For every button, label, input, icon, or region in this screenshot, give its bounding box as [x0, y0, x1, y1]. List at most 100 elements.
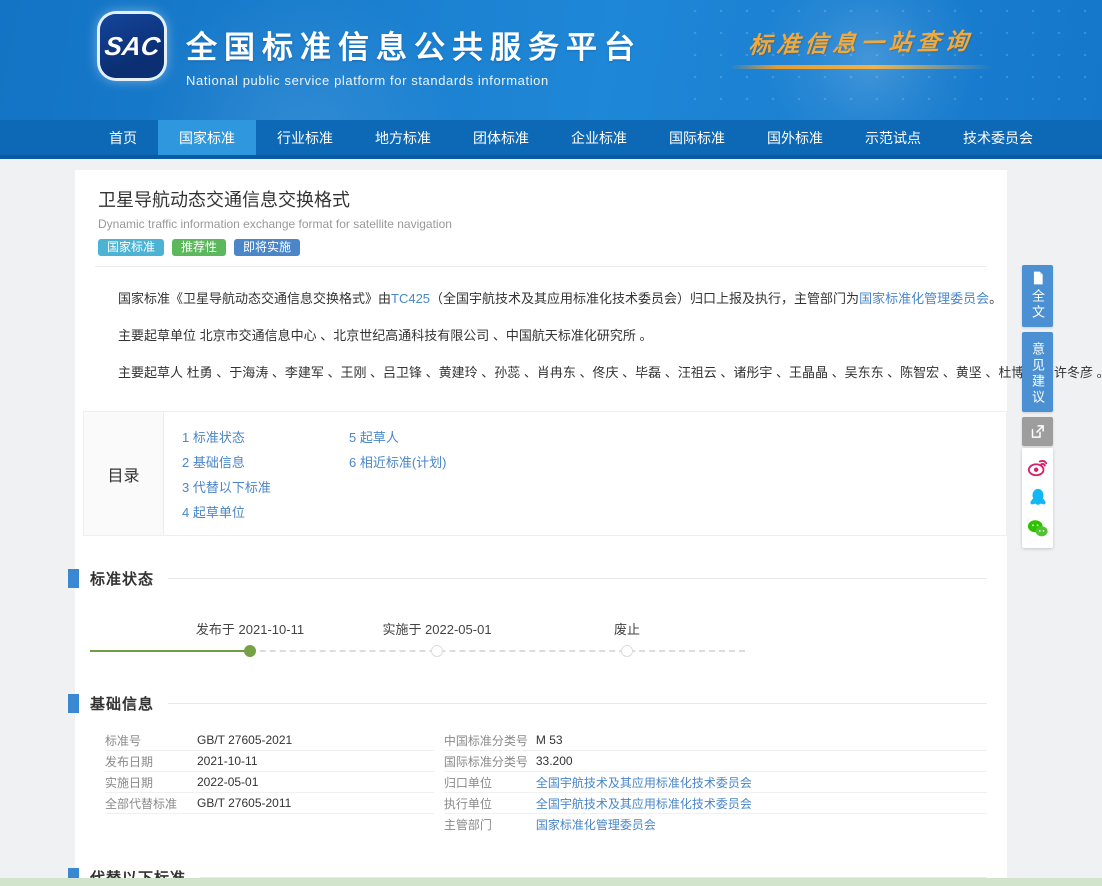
row-value: GB/T 27605-2011	[197, 796, 291, 810]
toc-label: 目录	[84, 412, 164, 535]
standard-title-en: Dynamic traffic information exchange for…	[95, 217, 987, 231]
executing-unit-link[interactable]: 全国宇航技术及其应用标准化技术委员会	[536, 795, 752, 812]
nav-item-group-standards[interactable]: 团体标准	[452, 120, 550, 155]
section-marker	[68, 694, 79, 713]
timeline-label-implemented: 实施于 2022-05-01	[347, 619, 527, 638]
row-value: GB/T 27605-2021	[197, 733, 292, 747]
row-label: 中国标准分类号	[444, 732, 536, 749]
table-row: 归口单位 全国宇航技术及其应用标准化技术委员会	[444, 772, 987, 793]
table-row: 发布日期 2021-10-11	[105, 751, 434, 772]
nav-item-international-standards[interactable]: 国际标准	[648, 120, 746, 155]
table-row: 主管部门 国家标准化管理委员会	[444, 814, 987, 835]
standard-detail-card: 卫星导航动态交通信息交换格式 Dynamic traffic informati…	[75, 170, 1007, 886]
slogan-underline	[730, 65, 992, 69]
badge-national-standard: 国家标准	[98, 239, 164, 256]
share-icon	[1030, 424, 1045, 439]
timeline-dot-abolished	[621, 645, 633, 657]
nav-item-industry-standards[interactable]: 行业标准	[256, 120, 354, 155]
intro-paragraphs: 国家标准《卫星导航动态交通信息交换格式》由TC425（全国宇航技术及其应用标准化…	[95, 288, 987, 381]
toc-item-replaces[interactable]: 3 代替以下标准	[182, 475, 349, 500]
social-share-panel	[1022, 448, 1053, 548]
weibo-icon[interactable]	[1027, 456, 1049, 478]
toc-column-1: 1 标准状态 2 基础信息 3 代替以下标准 4 起草单位	[182, 425, 349, 525]
section-status-title: 标准状态	[90, 568, 154, 589]
p1-text-mid: （全国宇航技术及其应用标准化技术委员会）归口上报及执行，主管部门为	[430, 291, 859, 306]
intro-paragraph-drafters: 主要起草人 杜勇 、于海涛 、李建军 、王刚 、吕卫锋 、黄建玲 、孙蕊 、肖冉…	[95, 362, 987, 381]
nav-item-technical-committees[interactable]: 技术委员会	[942, 120, 1054, 155]
page: SAC 全国标准信息公共服务平台 National public service…	[0, 0, 1102, 886]
qq-icon[interactable]	[1027, 487, 1049, 509]
toc-column-2: 5 起草人 6 相近标准(计划)	[349, 425, 447, 525]
toc-item-drafters[interactable]: 5 起草人	[349, 425, 447, 450]
slogan-text: 标准信息一站查询	[728, 22, 993, 61]
logo-text: SAC	[102, 31, 161, 62]
floating-sidebar: 全文 意见建议	[1022, 265, 1053, 548]
p1-text-end: 。	[989, 291, 1002, 306]
row-label: 国际标准分类号	[444, 753, 536, 770]
sac-logo-icon: SAC	[100, 14, 164, 78]
nav-item-national-standards[interactable]: 国家标准	[158, 120, 256, 155]
badges-row: 国家标准 推荐性 即将实施	[95, 239, 987, 256]
logo[interactable]: SAC	[100, 14, 164, 78]
row-label: 全部代替标准	[105, 795, 197, 812]
row-label: 发布日期	[105, 753, 197, 770]
section-basic-header: 基础信息	[68, 693, 987, 714]
nav-item-foreign-standards[interactable]: 国外标准	[746, 120, 844, 155]
timeline-dot-published	[244, 645, 256, 657]
site-header: SAC 全国标准信息公共服务平台 National public service…	[0, 0, 1102, 120]
nav-item-enterprise-standards[interactable]: 企业标准	[550, 120, 648, 155]
share-button[interactable]	[1022, 417, 1053, 446]
basic-info-right-table: 中国标准分类号 M 53 国际标准分类号 33.200 归口单位 全国宇航技术及…	[444, 730, 987, 835]
row-value: 2022-05-01	[197, 775, 258, 789]
feedback-button[interactable]: 意见建议	[1022, 332, 1053, 412]
sac-committee-link[interactable]: 国家标准化管理委员会	[859, 291, 989, 306]
row-value: 33.200	[536, 754, 573, 768]
footer-bar	[0, 878, 1102, 886]
nav-item-pilot-projects[interactable]: 示范试点	[844, 120, 942, 155]
centralized-unit-link[interactable]: 全国宇航技术及其应用标准化技术委员会	[536, 774, 752, 791]
nav-bottom-strip	[0, 155, 1102, 159]
toc-item-status[interactable]: 1 标准状态	[182, 425, 349, 450]
timeline-done-segment	[90, 650, 250, 652]
p1-text: 国家标准《卫星导航动态交通信息交换格式》由	[118, 291, 391, 306]
table-row: 全部代替标准 GB/T 27605-2011	[105, 793, 434, 814]
toc-item-drafting-units[interactable]: 4 起草单位	[182, 500, 349, 525]
competent-department-link[interactable]: 国家标准化管理委员会	[536, 816, 656, 833]
badge-recommended: 推荐性	[172, 239, 226, 256]
toc-item-basic-info[interactable]: 2 基础信息	[182, 450, 349, 475]
table-row: 执行单位 全国宇航技术及其应用标准化技术委员会	[444, 793, 987, 814]
basic-info-tables: 标准号 GB/T 27605-2021 发布日期 2021-10-11 实施日期…	[95, 730, 987, 835]
toc-item-similar-standards[interactable]: 6 相近标准(计划)	[349, 450, 447, 475]
timeline-label-published: 发布于 2021-10-11	[160, 619, 340, 638]
tc425-link[interactable]: TC425	[391, 291, 430, 306]
slogan-block: 标准信息一站查询	[730, 24, 992, 69]
nav-item-home[interactable]: 首页	[88, 120, 158, 155]
timeline-label-abolished: 废止	[537, 619, 717, 638]
row-label: 执行单位	[444, 795, 536, 812]
intro-paragraph-drafting-units: 主要起草单位 北京市交通信息中心 、北京世纪高通科技有限公司 、中国航天标准化研…	[95, 325, 987, 344]
status-timeline: 发布于 2021-10-11 实施于 2022-05-01 废止	[90, 613, 750, 661]
fulltext-button[interactable]: 全文	[1022, 265, 1053, 327]
fulltext-label: 全文	[1028, 289, 1047, 321]
section-header-line	[168, 578, 987, 579]
table-row: 标准号 GB/T 27605-2021	[105, 730, 434, 751]
section-marker	[68, 569, 79, 588]
intro-paragraph-1: 国家标准《卫星导航动态交通信息交换格式》由TC425（全国宇航技术及其应用标准化…	[95, 288, 987, 307]
feedback-label: 意见建议	[1028, 342, 1047, 406]
toc-links: 1 标准状态 2 基础信息 3 代替以下标准 4 起草单位 5 起草人 6 相近…	[164, 412, 1006, 535]
table-of-contents: 目录 1 标准状态 2 基础信息 3 代替以下标准 4 起草单位 5 起草人 6…	[83, 411, 1007, 536]
title-divider	[95, 266, 987, 267]
site-titles: 全国标准信息公共服务平台 National public service pla…	[186, 22, 642, 88]
row-label: 归口单位	[444, 774, 536, 791]
table-row: 国际标准分类号 33.200	[444, 751, 987, 772]
section-status-header: 标准状态	[68, 568, 987, 589]
row-label: 主管部门	[444, 816, 536, 833]
basic-info-left-table: 标准号 GB/T 27605-2021 发布日期 2021-10-11 实施日期…	[105, 730, 434, 835]
wechat-icon[interactable]	[1027, 518, 1049, 540]
document-icon	[1031, 271, 1045, 285]
nav-item-local-standards[interactable]: 地方标准	[354, 120, 452, 155]
standard-title: 卫星导航动态交通信息交换格式	[95, 186, 987, 212]
section-basic-title: 基础信息	[90, 693, 154, 714]
timeline-dot-implemented	[431, 645, 443, 657]
table-row-empty	[105, 814, 434, 835]
